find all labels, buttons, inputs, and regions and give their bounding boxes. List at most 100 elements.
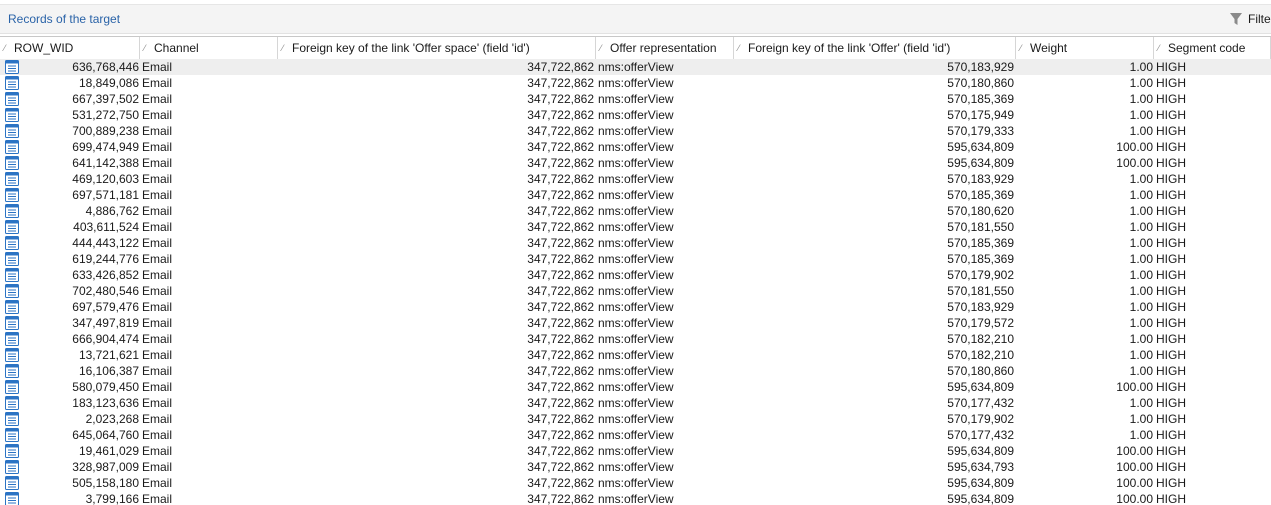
cell-weight: 1.00 — [1129, 316, 1153, 330]
cell-segment-code: HIGH — [1156, 300, 1186, 314]
table-row[interactable]: 633,426,852 Email 347,722,862 nms:offerView… — [0, 267, 1271, 283]
table-row[interactable]: 13,721,621 Email 347,722,862 nms:offerView 5… — [0, 347, 1271, 363]
table-row[interactable]: 347,497,819 Email 347,722,862 nms:offerView… — [0, 315, 1271, 331]
table-row[interactable]: 697,579,476 Email 347,722,862 nms:offerView… — [0, 299, 1271, 315]
cell-row-wid: 328,987,009 — [72, 460, 139, 474]
table-row[interactable]: 641,142,388 Email 347,722,862 nms:offerView… — [0, 155, 1271, 171]
cell-channel: Email — [142, 460, 173, 474]
cell-offer-representation: nms:offerView — [598, 412, 674, 426]
cell-weight: 1.00 — [1129, 124, 1153, 138]
cell-offer-fk: 595,634,809 — [947, 444, 1014, 458]
cell-offer-space-fk: 347,722,862 — [527, 476, 594, 490]
record-icon — [5, 380, 19, 394]
cell-offer-representation: nms:offerView — [598, 332, 674, 346]
cell-offer-space-fk: 347,722,862 — [527, 140, 594, 154]
cell-offer-space-fk: 347,722,862 — [527, 492, 594, 505]
cell-channel: Email — [142, 268, 173, 282]
cell-weight: 1.00 — [1129, 172, 1153, 186]
cell-offer-fk: 570,181,550 — [947, 284, 1014, 298]
cell-channel: Email — [142, 108, 173, 122]
cell-offer-fk: 570,179,902 — [947, 412, 1014, 426]
cell-channel: Email — [142, 284, 173, 298]
cell-offer-representation: nms:offerView — [598, 140, 674, 154]
column-header-row-wid[interactable]: ⁄ ROW_WID — [0, 37, 140, 59]
cell-offer-representation: nms:offerView — [598, 284, 674, 298]
record-icon — [5, 364, 19, 378]
table-row[interactable]: 702,480,546 Email 347,722,862 nms:offerView… — [0, 283, 1271, 299]
table-row[interactable]: 667,397,502 Email 347,722,862 nms:offerView… — [0, 91, 1271, 107]
cell-offer-representation: nms:offerView — [598, 60, 674, 74]
cell-channel: Email — [142, 220, 173, 234]
cell-offer-fk: 570,179,333 — [947, 124, 1014, 138]
cell-channel: Email — [142, 348, 173, 362]
cell-offer-space-fk: 347,722,862 — [527, 316, 594, 330]
cell-channel: Email — [142, 92, 173, 106]
cell-row-wid: 3,799,166 — [85, 492, 139, 505]
cell-channel: Email — [142, 188, 173, 202]
table-row[interactable]: 636,768,446 Email 347,722,862 nms:offerView… — [0, 59, 1271, 75]
table-row[interactable]: 697,571,181 Email 347,722,862 nms:offerView… — [0, 187, 1271, 203]
table-row[interactable]: 505,158,180 Email 347,722,862 nms:offerView… — [0, 475, 1271, 491]
cell-segment-code: HIGH — [1156, 332, 1186, 346]
cell-offer-space-fk: 347,722,862 — [527, 428, 594, 442]
cell-offer-fk: 595,634,809 — [947, 492, 1014, 505]
table-row[interactable]: 18,849,086 Email 347,722,862 nms:offerView 5… — [0, 75, 1271, 91]
cell-weight: 1.00 — [1129, 60, 1153, 74]
table-row[interactable]: 16,106,387 Email 347,722,862 nms:offerView 5… — [0, 363, 1271, 379]
table-row[interactable]: 3,799,166 Email 347,722,862 nms:offerView 59… — [0, 491, 1271, 505]
column-label: Offer representation — [610, 41, 717, 55]
column-header-offer-fk[interactable]: ⁄ Foreign key of the link 'Offer' (field… — [734, 37, 1016, 59]
cell-weight: 1.00 — [1129, 76, 1153, 90]
table-row[interactable]: 666,904,474 Email 347,722,862 nms:offerView… — [0, 331, 1271, 347]
cell-channel: Email — [142, 476, 173, 490]
cell-row-wid: 645,064,760 — [72, 428, 139, 442]
table-row[interactable]: 183,123,636 Email 347,722,862 nms:offerView… — [0, 395, 1271, 411]
panel-header: Records of the target Filte — [0, 4, 1271, 34]
filter-button[interactable]: Filte — [1229, 11, 1271, 27]
panel-title: Records of the target — [8, 12, 121, 26]
table-row[interactable]: 619,244,776 Email 347,722,862 nms:offerView… — [0, 251, 1271, 267]
cell-weight: 1.00 — [1129, 188, 1153, 202]
table-row[interactable]: 699,474,949 Email 347,722,862 nms:offerView… — [0, 139, 1271, 155]
column-label: Channel — [154, 41, 199, 55]
column-header-offer-representation[interactable]: ⁄ Offer representation — [596, 37, 734, 59]
cell-segment-code: HIGH — [1156, 460, 1186, 474]
table-row[interactable]: 580,079,450 Email 347,722,862 nms:offerView… — [0, 379, 1271, 395]
column-header-weight[interactable]: ⁄ Weight — [1016, 37, 1154, 59]
cell-offer-space-fk: 347,722,862 — [527, 412, 594, 426]
cell-row-wid: 531,272,750 — [72, 108, 139, 122]
cell-segment-code: HIGH — [1156, 396, 1186, 410]
cell-channel: Email — [142, 140, 173, 154]
cell-weight: 100.00 — [1116, 444, 1153, 458]
cell-offer-representation: nms:offerView — [598, 204, 674, 218]
cell-offer-representation: nms:offerView — [598, 428, 674, 442]
record-icon — [5, 188, 19, 202]
column-header-segment-code[interactable]: ⁄ Segment code — [1154, 37, 1271, 59]
table-row[interactable]: 2,023,268 Email 347,722,862 nms:offerView 57… — [0, 411, 1271, 427]
cell-offer-fk: 570,177,432 — [947, 428, 1014, 442]
table-row[interactable]: 645,064,760 Email 347,722,862 nms:offerView… — [0, 427, 1271, 443]
cell-segment-code: HIGH — [1156, 252, 1186, 266]
table-row[interactable]: 4,886,762 Email 347,722,862 nms:offerView 57… — [0, 203, 1271, 219]
table-row[interactable]: 328,987,009 Email 347,722,862 nms:offerView… — [0, 459, 1271, 475]
cell-weight: 100.00 — [1116, 140, 1153, 154]
cell-row-wid: 13,721,621 — [78, 348, 139, 362]
cell-offer-space-fk: 347,722,862 — [527, 444, 594, 458]
table-row[interactable]: 531,272,750 Email 347,722,862 nms:offerView… — [0, 107, 1271, 123]
table-row[interactable]: 444,443,122 Email 347,722,862 nms:offerView… — [0, 235, 1271, 251]
table-row[interactable]: 700,889,238 Email 347,722,862 nms:offerView… — [0, 123, 1271, 139]
column-header-offer-space-fk[interactable]: ⁄ Foreign key of the link 'Offer space' … — [278, 37, 596, 59]
cell-offer-representation: nms:offerView — [598, 188, 674, 202]
cell-segment-code: HIGH — [1156, 444, 1186, 458]
record-icon — [5, 76, 19, 90]
table-row[interactable]: 403,611,524 Email 347,722,862 nms:offerView… — [0, 219, 1271, 235]
cell-segment-code: HIGH — [1156, 428, 1186, 442]
cell-segment-code: HIGH — [1156, 316, 1186, 330]
cell-segment-code: HIGH — [1156, 236, 1186, 250]
table-row[interactable]: 469,120,603 Email 347,722,862 nms:offerView… — [0, 171, 1271, 187]
column-header-channel[interactable]: ⁄ Channel — [140, 37, 278, 59]
cell-segment-code: HIGH — [1156, 188, 1186, 202]
cell-weight: 1.00 — [1129, 268, 1153, 282]
cell-segment-code: HIGH — [1156, 476, 1186, 490]
table-row[interactable]: 19,461,029 Email 347,722,862 nms:offerView 5… — [0, 443, 1271, 459]
